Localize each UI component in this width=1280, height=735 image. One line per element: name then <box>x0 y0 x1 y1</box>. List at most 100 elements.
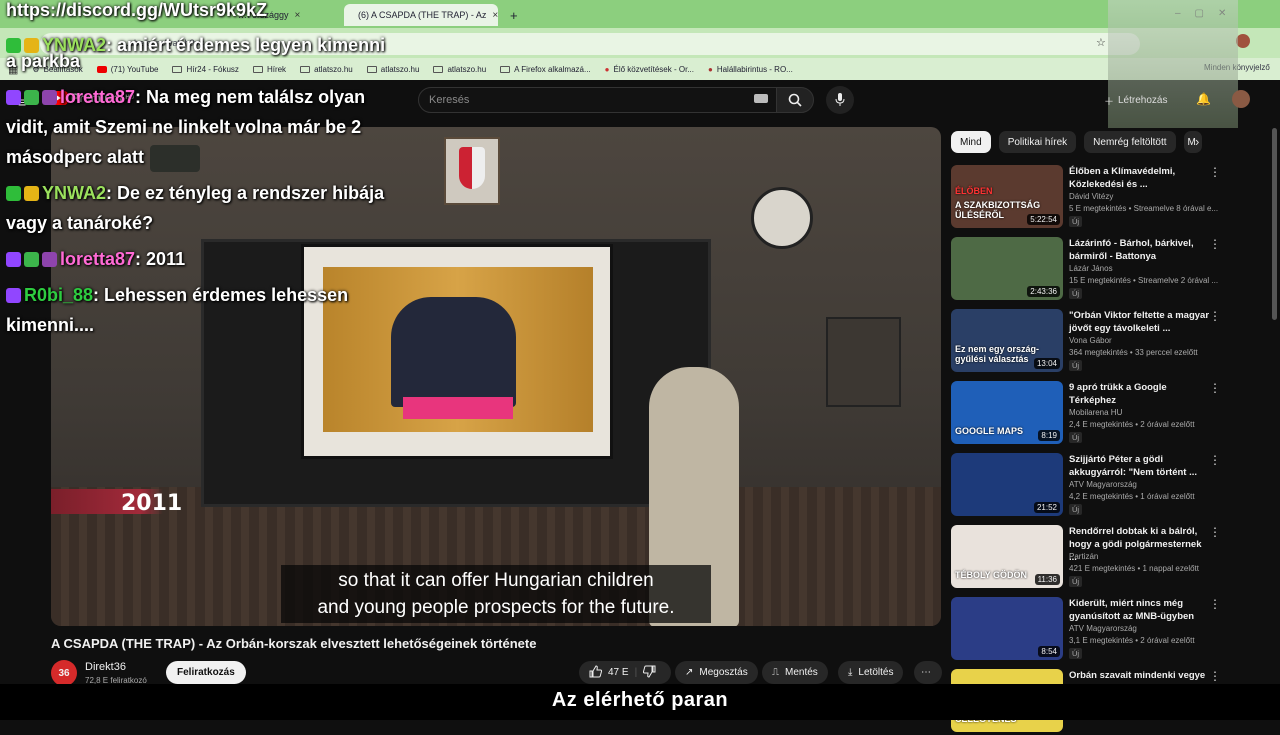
recommendation-channel[interactable]: Partizán <box>1069 552 1098 561</box>
video-thumbnail[interactable]: 8:54 <box>951 597 1063 660</box>
recommendation-channel[interactable]: Dávid Vitézy <box>1069 192 1113 201</box>
filter-chips: Mind Politikai hírek Nemrég feltöltött M <box>951 131 1202 153</box>
subtitle-line: so that it can offer Hungarian children <box>338 570 654 591</box>
chat-message: loretta87: Na meg nem találsz olyan <box>6 82 426 112</box>
recommendation-item[interactable]: 8:54 Kiderült, miért nincs még gyanúsítot… <box>951 597 1266 663</box>
recommendation-item[interactable]: TÉBOLY GÖDÖN 11:36 Rendőrrel dobtak ki a b… <box>951 525 1266 591</box>
video-thumbnail[interactable]: GOOGLE MAPS 8:19 <box>951 381 1063 444</box>
recommendation-title[interactable]: "Orbán Viktor feltette a magyar jövőt eg… <box>1069 309 1209 335</box>
video-thumbnail[interactable]: 2:43:36 <box>951 237 1063 300</box>
discord-link: https://discord.gg/WUtsr9k9kZ <box>6 0 268 20</box>
recommendation-item[interactable]: 21:52 Szijjártó Péter a gödi akkugyárról:… <box>951 453 1266 519</box>
more-vertical-icon[interactable]: ⋮ <box>1209 237 1221 251</box>
close-icon[interactable]: × <box>492 10 498 21</box>
recommendation-channel[interactable]: ATV Magyarország <box>1069 624 1137 633</box>
save-button[interactable]: ⎍ Mentés <box>762 661 828 684</box>
bookmark-item[interactable]: ● Élő közvetítések - Or... <box>605 65 694 74</box>
recommendation-item[interactable]: Ez nem egy ország-gyűlési választás 13:04… <box>951 309 1266 375</box>
tab-label: (6) A CSAPDA (THE TRAP) - Az <box>358 10 487 20</box>
recommendation-item[interactable]: ÉLŐBEN A SZAKBIZOTTSÁG ÜLÉSÉRŐL 5:22:54 Élő… <box>951 165 1266 231</box>
keyboard-icon[interactable] <box>754 94 768 103</box>
chat-username: loretta87 <box>60 87 136 107</box>
kick-badge-icon <box>6 186 21 201</box>
thumbs-down-icon <box>643 665 656 678</box>
video-thumbnail[interactable]: 21:52 <box>951 453 1063 516</box>
recommendation-item[interactable]: 2:43:36 Lázárinfó - Bárhol, bárkivel, bár… <box>951 237 1266 303</box>
chip-all[interactable]: Mind <box>951 131 991 153</box>
voice-search-button[interactable] <box>826 86 854 114</box>
new-tab-button[interactable]: + <box>502 4 522 26</box>
more-vertical-icon[interactable]: ⋮ <box>1209 381 1221 395</box>
recommendation-channel[interactable]: Lázár János <box>1069 264 1113 273</box>
recommendation-meta: 3,1 E megtekintés • 2 órával ezelőtt <box>1069 636 1195 645</box>
more-vertical-icon[interactable]: ⋮ <box>1209 453 1221 467</box>
recommendation-meta: 364 megtekintés • 33 perccel ezelőtt <box>1069 348 1198 357</box>
bookmark-label: Élő közvetítések - Or... <box>613 64 694 74</box>
chevron-right-icon[interactable]: › <box>1195 134 1199 149</box>
create-button[interactable]: ＋ Létrehozás <box>1104 90 1167 110</box>
chat-text-cont: vagy a tanároké? <box>6 213 154 233</box>
video-thumbnail[interactable]: ÉLŐBEN A SZAKBIZOTTSÁG ÜLÉSÉRŐL 5:22:54 <box>951 165 1063 228</box>
recommendation-title[interactable]: Kiderült, miért nincs még gyanúsított az… <box>1069 597 1209 623</box>
download-icon: ⤓ <box>848 667 853 678</box>
bell-icon[interactable]: 🔔 <box>1196 92 1211 106</box>
video-duration: 8:54 <box>1038 646 1060 657</box>
chip-politics[interactable]: Politikai hírek <box>998 131 1077 153</box>
more-vertical-icon[interactable]: ⋮ <box>1209 309 1221 323</box>
download-button[interactable]: ⤓ Letöltés <box>838 661 904 684</box>
new-badge: Új <box>1069 288 1083 299</box>
bookmark-item[interactable]: atlatszo.hu <box>433 65 486 74</box>
more-vertical-icon[interactable]: ⋮ <box>1209 525 1221 539</box>
folder-icon <box>500 65 511 73</box>
bookmark-label: atlatszo.hu <box>447 64 487 74</box>
video-duration: 5:22:54 <box>1027 214 1060 225</box>
bookmark-item[interactable]: ● Halállabirintus - RO... <box>708 65 793 74</box>
scrollbar[interactable] <box>1272 128 1277 320</box>
video-title: A CSAPDA (THE TRAP) - Az Orbán-korszak e… <box>51 636 537 651</box>
recommendation-item[interactable]: GOOGLE MAPS 8:19 9 apró trükk a Google Tér… <box>951 381 1266 447</box>
search-input[interactable]: Keresés <box>418 87 778 113</box>
video-subtitles: so that it can offer Hungarian children … <box>281 565 711 623</box>
dislike-button[interactable] <box>643 665 656 681</box>
like-count: 47 E <box>608 667 629 678</box>
close-icon[interactable]: × <box>295 10 301 21</box>
subscribe-button[interactable]: Feliratkozás <box>166 661 246 684</box>
twitch-badge-icon <box>6 252 21 267</box>
bookmark-icon: ⎍ <box>772 667 779 678</box>
download-label: Letöltés <box>858 667 894 678</box>
recommendation-title[interactable]: Lázárinfó - Bárhol, bárkivel, bármiről -… <box>1069 237 1209 263</box>
recommendation-title[interactable]: Élőben a Klímavédelmi, Közlekedési és ..… <box>1069 165 1209 191</box>
video-duration: 8:19 <box>1038 430 1060 441</box>
coat-of-arms <box>459 147 485 189</box>
more-vertical-icon[interactable]: ⋮ <box>1209 669 1221 683</box>
chat-text-cont: másodperc alatt <box>6 142 426 172</box>
profile-avatar[interactable] <box>1236 34 1250 48</box>
more-vertical-icon[interactable]: ⋮ <box>1209 597 1221 611</box>
recommendation-channel[interactable]: ATV Magyarország <box>1069 480 1137 489</box>
share-button[interactable]: ↗ Megosztás <box>675 661 758 684</box>
more-actions-button[interactable]: ⋯ <box>914 661 942 684</box>
new-badge: Új <box>1069 432 1083 443</box>
video-thumbnail[interactable]: TÉBOLY GÖDÖN 11:36 <box>951 525 1063 588</box>
chat-message: loretta87: 2011 <box>6 244 426 274</box>
like-button[interactable] <box>589 664 603 681</box>
recommendation-title[interactable]: Szijjártó Péter a gödi akkugyárról: "Nem… <box>1069 453 1209 479</box>
video-thumbnail[interactable]: Ez nem egy ország-gyűlési választás 13:04 <box>951 309 1063 372</box>
recommendation-channel[interactable]: Vona Gábor <box>1069 336 1112 345</box>
bookmark-item[interactable]: A Firefox alkalmazá... <box>500 65 591 74</box>
channel-avatar[interactable]: 36 <box>51 660 77 686</box>
chat-message: R0bi_88: Lehessen érdemes lehessen <box>6 280 426 310</box>
search-button[interactable] <box>776 87 814 113</box>
account-avatar[interactable] <box>1232 90 1250 108</box>
chat-text: : De ez tényleg a rendszer hibája <box>106 183 385 203</box>
emote-image <box>150 144 201 172</box>
verified-badge-icon <box>24 252 39 267</box>
recommendation-channel[interactable]: Mobilarena HU <box>1069 408 1122 417</box>
channel-name[interactable]: Direkt36 <box>85 661 126 673</box>
recommendation-title[interactable]: 9 apró trükk a Google Térképhez <box>1069 381 1209 407</box>
divider: | <box>634 667 638 678</box>
star-icon[interactable]: ☆ <box>1096 36 1106 49</box>
chip-recent[interactable]: Nemrég feltöltött <box>1084 131 1176 153</box>
more-vertical-icon[interactable]: ⋮ <box>1209 165 1221 179</box>
browser-tab-2[interactable]: (6) A CSAPDA (THE TRAP) - Az × <box>344 4 498 26</box>
